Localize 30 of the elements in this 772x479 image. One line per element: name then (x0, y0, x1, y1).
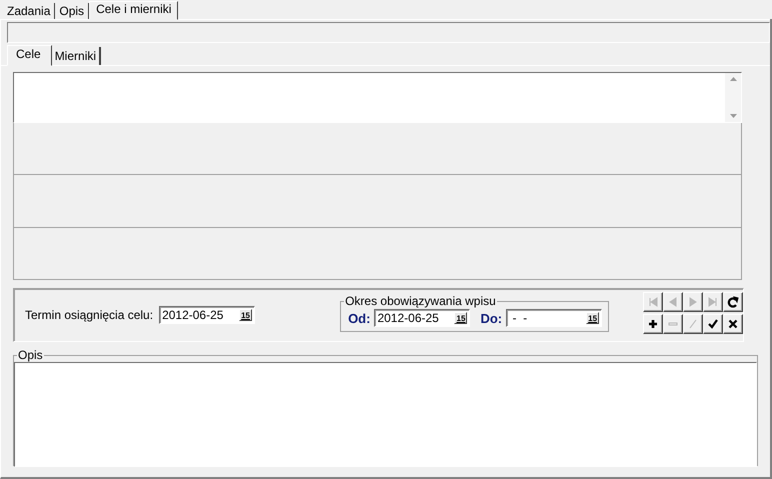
validity-title: Okres obowiązywania wpisu (344, 294, 497, 308)
cancel-button[interactable] (723, 314, 743, 334)
description-title: Opis (17, 348, 44, 362)
last-icon (707, 296, 719, 308)
edit-icon (687, 318, 699, 330)
from-label: Od: (348, 310, 370, 326)
insert-icon (647, 318, 659, 330)
scroll-down-icon[interactable] (730, 114, 736, 118)
cancel-icon (727, 318, 739, 330)
target-date-label: Termin osiągnięcia celu: (25, 308, 154, 322)
tab[interactable]: Cele i mierniki (89, 1, 178, 20)
date-field[interactable]: - - 15 (506, 309, 602, 327)
calendar-button[interactable]: 15 (239, 309, 252, 321)
refresh-icon (727, 296, 739, 308)
next-icon (687, 296, 699, 308)
scrollbar[interactable] (725, 73, 741, 122)
date-field[interactable]: 2012-06-25 15 (159, 306, 256, 324)
first-icon (647, 296, 659, 308)
refresh-button[interactable] (723, 292, 743, 312)
post-icon (707, 318, 719, 330)
insert-button[interactable] (643, 314, 663, 334)
calendar-button[interactable]: 15 (454, 312, 468, 324)
prior-icon (667, 296, 679, 308)
post-button[interactable] (703, 314, 723, 334)
calendar-button[interactable]: 15 (586, 312, 600, 324)
date-field[interactable]: 2012-06-25 15 (374, 309, 470, 327)
scroll-up-icon[interactable] (730, 77, 736, 81)
to-label: Do: (480, 310, 502, 326)
goal-memo[interactable] (13, 72, 742, 123)
tab[interactable]: Cele (7, 45, 52, 66)
